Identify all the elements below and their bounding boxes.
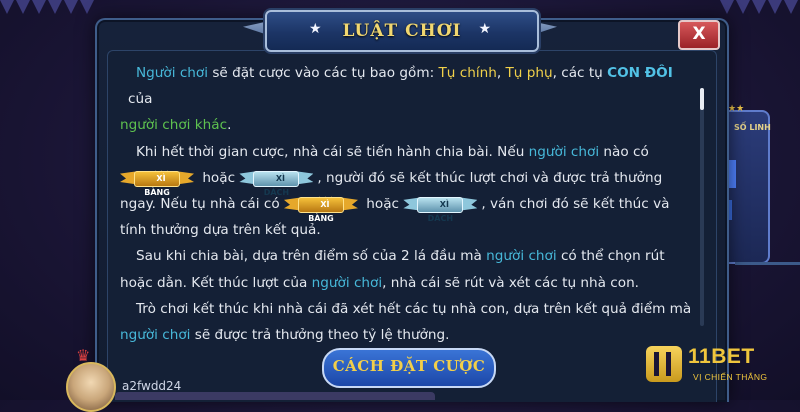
bunting-right bbox=[720, 0, 800, 18]
rule-text: hoặc bbox=[198, 169, 240, 186]
rule-text: Khi hết thời gian cược, nhà cái sẽ tiến … bbox=[136, 143, 529, 160]
scrollbar[interactable] bbox=[700, 88, 704, 326]
rules-paragraph-4: Trò chơi kết thúc khi nhà cái đã xét hết… bbox=[120, 296, 693, 348]
brand-logo-text: 11BET bbox=[688, 345, 755, 368]
rule-text: , người đó sẽ kết thúc lượt chơi và được… bbox=[317, 169, 663, 186]
side-rank-stars: ★★ bbox=[728, 104, 745, 114]
xi-bang-badge: ★★★ XÌ BÀNG bbox=[283, 193, 358, 223]
highlight-text: người chơi bbox=[486, 248, 557, 265]
rule-text: hoặc bbox=[361, 196, 404, 213]
side-rank-label: SỐ LINH bbox=[734, 123, 771, 132]
highlight-text: người chơi bbox=[120, 327, 191, 344]
rule-text: tính thưởng dựa trên kết quả. bbox=[120, 222, 321, 239]
brand-tagline: VỊ CHIẾN THẮNG bbox=[693, 372, 768, 382]
rule-text: , nhà cái sẽ rút và xét các tụ nhà con. bbox=[382, 274, 640, 291]
bunting-left bbox=[0, 0, 96, 18]
rule-text: nào có bbox=[599, 143, 649, 160]
highlight-text: Tụ phụ bbox=[505, 65, 553, 81]
rule-text: Trò chơi kết thúc khi nhà cái đã xét hết… bbox=[136, 300, 692, 317]
betting-method-button[interactable]: CÁCH ĐẶT CƯỢC bbox=[322, 348, 496, 388]
badge-label: XÌ DÁCH bbox=[253, 170, 300, 197]
rule-text: Sau khi chia bài, dựa trên điểm số của 2… bbox=[136, 248, 487, 265]
highlight-text: người chơi bbox=[528, 143, 600, 160]
player-name: a2fwdd24 bbox=[122, 379, 182, 393]
rules-paragraph-1: Người chơi sẽ đặt cược vào các tụ bao gồ… bbox=[120, 60, 693, 139]
highlight-text: người chơi khác bbox=[120, 117, 228, 134]
scrollbar-thumb[interactable] bbox=[700, 88, 704, 110]
rules-paragraph-3: Sau khi chia bài, dựa trên điểm số của 2… bbox=[120, 243, 693, 295]
dialog-title: LUẬT CHƠI bbox=[342, 21, 462, 41]
star-icon: ★ bbox=[478, 21, 491, 37]
brand-logo-icon bbox=[646, 346, 682, 382]
title-plate: LUẬT CHƠI bbox=[265, 10, 539, 52]
rule-text: của bbox=[128, 91, 153, 108]
xi-bang-badge: ★★★ XÌ BÀNG bbox=[120, 167, 194, 197]
rule-text: hoặc dằn. Kết thúc lượt của bbox=[120, 274, 312, 291]
highlight-text: Tụ chính bbox=[438, 65, 497, 81]
rule-text: có thể chọn rút bbox=[556, 248, 665, 265]
player-info-bar bbox=[115, 392, 435, 400]
highlight-text: CON ĐÔI bbox=[607, 65, 673, 81]
badge-label: XÌ BÀNG bbox=[134, 170, 180, 197]
rule-text: sẽ đặt cược vào các tụ bao gồm: bbox=[208, 65, 439, 81]
xi-dach-badge: XÌ DÁCH bbox=[239, 167, 314, 197]
badge-label: XÌ DÁCH bbox=[417, 197, 464, 223]
rule-text: . bbox=[227, 117, 232, 134]
rules-text: Người chơi sẽ đặt cược vào các tụ bao gồ… bbox=[120, 60, 693, 348]
dialog-title-banner: LUẬT CHƠI ★ ★ bbox=[243, 10, 557, 52]
badge-label: XÌ BÀNG bbox=[297, 197, 344, 223]
divider-line bbox=[735, 262, 800, 265]
rule-text: sẽ được trả thưởng theo tỷ lệ thưởng. bbox=[190, 327, 450, 344]
avatar[interactable] bbox=[66, 362, 116, 412]
rule-text: , ván chơi đó sẽ kết thúc và bbox=[481, 196, 670, 213]
highlight-text: Người chơi bbox=[136, 65, 209, 81]
star-icon: ★ bbox=[309, 21, 322, 37]
rules-paragraph-2: Khi hết thời gian cược, nhà cái sẽ tiến … bbox=[120, 139, 693, 244]
rule-text: , các tụ bbox=[552, 65, 608, 81]
close-button[interactable]: X bbox=[678, 20, 720, 50]
xi-dach-badge: XÌ DÁCH bbox=[403, 193, 478, 223]
highlight-text: người chơi bbox=[311, 274, 383, 291]
